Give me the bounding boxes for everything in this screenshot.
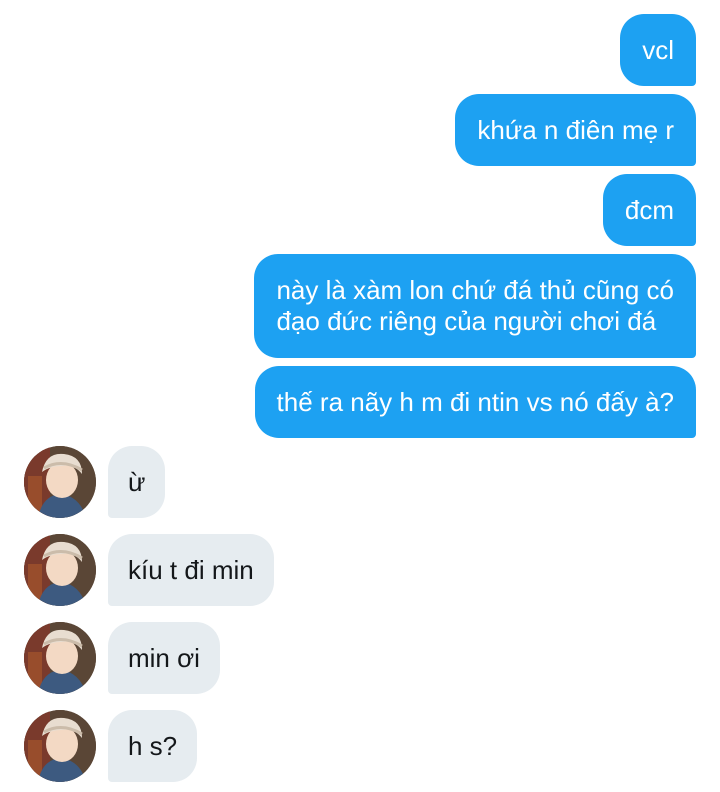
incoming-message-bubble[interactable]: ừ [108, 446, 166, 518]
message-text-line: này là xàm lon chứ đá thủ cũng có [276, 275, 674, 305]
outgoing-message-bubble[interactable]: vcl [620, 14, 696, 86]
incoming-message-bubble[interactable]: h s? [108, 710, 198, 782]
message-text: kíu t đi min [128, 554, 254, 585]
message-text: min ơi [128, 642, 200, 673]
message-thread: vcl khứa n điên mẹ r đcm này là xàm lon … [0, 0, 720, 792]
incoming-message-bubble[interactable]: kíu t đi min [108, 534, 274, 606]
message-text: thế ra nãy h m đi ntin vs nó đấy à? [276, 386, 674, 417]
incoming-message-bubble[interactable]: min ơi [108, 622, 220, 694]
message-text: h s? [128, 730, 178, 761]
message-text: vcl [642, 34, 674, 65]
outgoing-message-bubble[interactable]: đcm [602, 174, 696, 246]
message-text: đcm [624, 194, 674, 225]
message-text: khứa n điên mẹ r [477, 114, 674, 145]
avatar-icon[interactable] [24, 622, 96, 694]
message-text: ừ [128, 466, 146, 497]
message-text-line: đạo đức riêng của người chơi đá [276, 306, 657, 336]
outgoing-message-bubble[interactable]: khứa n điên mẹ r [455, 94, 696, 166]
avatar-icon[interactable] [24, 446, 96, 518]
avatar-icon[interactable] [24, 534, 96, 606]
avatar-icon[interactable] [24, 710, 96, 782]
outgoing-message-bubble[interactable]: này là xàm lon chứ đá thủ cũng có đạo đứ… [254, 254, 696, 358]
outgoing-message-bubble[interactable]: thế ra nãy h m đi ntin vs nó đấy à? [254, 366, 696, 438]
